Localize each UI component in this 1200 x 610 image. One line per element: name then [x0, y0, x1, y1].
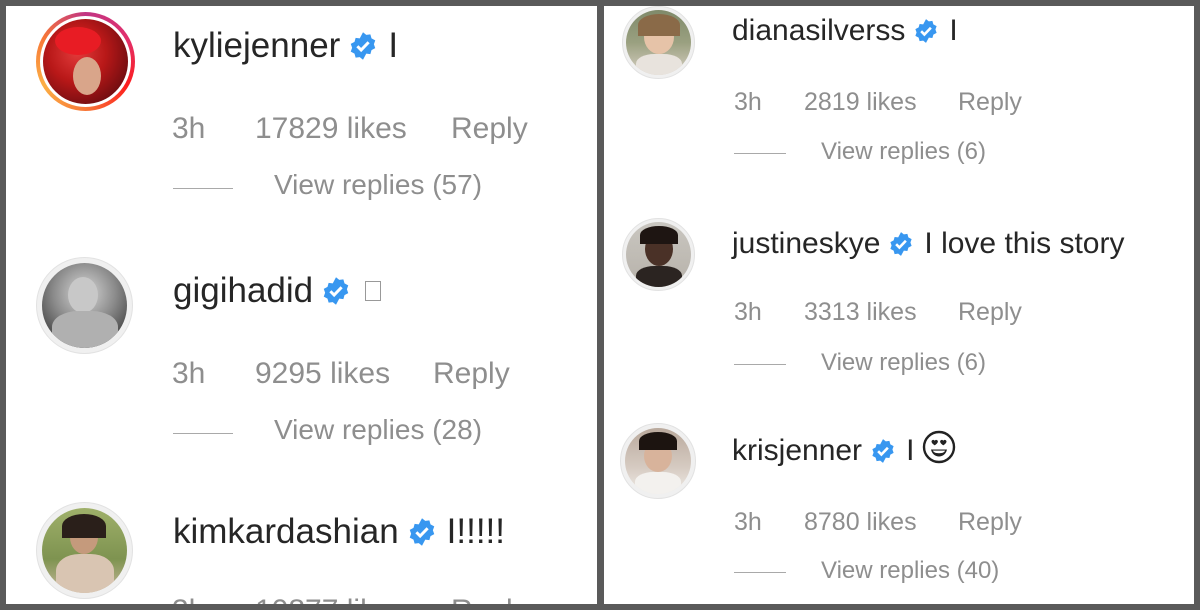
comment-text: I!!!!!: [446, 512, 506, 551]
verified-badge-icon: [870, 438, 896, 464]
comment-time: 3h: [734, 88, 762, 116]
reply-button[interactable]: Reply: [958, 88, 1022, 117]
comment-item: justineskye I love this story 3h 3313 li…: [604, 212, 1194, 412]
comment-item: kyliejenner I 3h 17829 likes Reply View …: [6, 6, 597, 226]
verified-badge-icon: [407, 517, 437, 547]
avatar[interactable]: [36, 502, 133, 599]
right-comments-panel: dianasilverss I 3h 2819 likes Reply View…: [604, 6, 1194, 604]
comment-time: 3h: [172, 112, 206, 145]
like-count[interactable]: 8780 likes: [804, 508, 917, 537]
heart-eyes-emoji-icon: [922, 430, 956, 472]
like-count[interactable]: 2819 likes: [804, 88, 917, 117]
like-count[interactable]: 17829 likes: [255, 112, 407, 146]
comment-text: I: [949, 14, 958, 47]
view-replies-link[interactable]: View replies (6): [821, 349, 986, 377]
comment-item: kimkardashian I!!!!! 3h 10877 likes Repl…: [6, 496, 597, 604]
username[interactable]: justineskye: [732, 227, 880, 261]
reply-button[interactable]: Reply: [958, 298, 1022, 327]
comment-text: I love this story: [924, 227, 1125, 260]
divider: [734, 572, 786, 573]
view-replies-link[interactable]: View replies (6): [821, 138, 986, 166]
username[interactable]: krisjenner: [732, 434, 862, 468]
comment-item: gigihadid 3h 9295 likes Reply View repli…: [6, 251, 597, 471]
comment-time: 3h: [734, 508, 762, 536]
reply-button[interactable]: Reply: [958, 508, 1022, 537]
reply-button[interactable]: Reply: [451, 112, 528, 146]
view-replies-link[interactable]: View replies (28): [274, 414, 482, 446]
avatar[interactable]: [36, 257, 133, 354]
like-count[interactable]: 3313 likes: [804, 298, 917, 327]
username[interactable]: gigihadid: [173, 271, 313, 311]
comment-text: I: [906, 434, 915, 467]
comment-item: dianasilverss I 3h 2819 likes Reply View…: [604, 6, 1194, 206]
divider: [173, 433, 233, 434]
verified-badge-icon: [888, 231, 914, 257]
missing-glyph-box: [365, 281, 382, 301]
username[interactable]: dianasilverss: [732, 14, 905, 48]
avatar[interactable]: [620, 423, 696, 499]
verified-badge-icon: [348, 31, 378, 61]
left-comments-panel: kyliejenner I 3h 17829 likes Reply View …: [6, 6, 597, 604]
reply-button[interactable]: Reply: [451, 594, 528, 604]
comment-time: 3h: [172, 594, 205, 604]
verified-badge-icon: [321, 276, 351, 306]
username[interactable]: kyliejenner: [173, 26, 340, 66]
comment-time: 3h: [172, 357, 206, 390]
verified-badge-icon: [913, 18, 939, 44]
comment-text: I: [388, 26, 399, 65]
divider: [734, 364, 786, 365]
view-replies-link[interactable]: View replies (40): [821, 557, 999, 585]
reply-button[interactable]: Reply: [433, 357, 510, 391]
avatar[interactable]: [622, 218, 695, 291]
avatar[interactable]: [622, 6, 695, 79]
username[interactable]: kimkardashian: [173, 512, 399, 552]
comment-time: 3h: [734, 298, 762, 326]
comment-item: krisjenner I 3h 8780 likes Reply View re…: [604, 419, 1194, 604]
view-replies-link[interactable]: View replies (57): [274, 169, 482, 201]
like-count[interactable]: 9295 likes: [255, 357, 390, 391]
divider: [173, 188, 233, 189]
like-count[interactable]: 10877 likes: [255, 594, 407, 604]
divider: [734, 153, 786, 154]
avatar[interactable]: [36, 12, 135, 111]
